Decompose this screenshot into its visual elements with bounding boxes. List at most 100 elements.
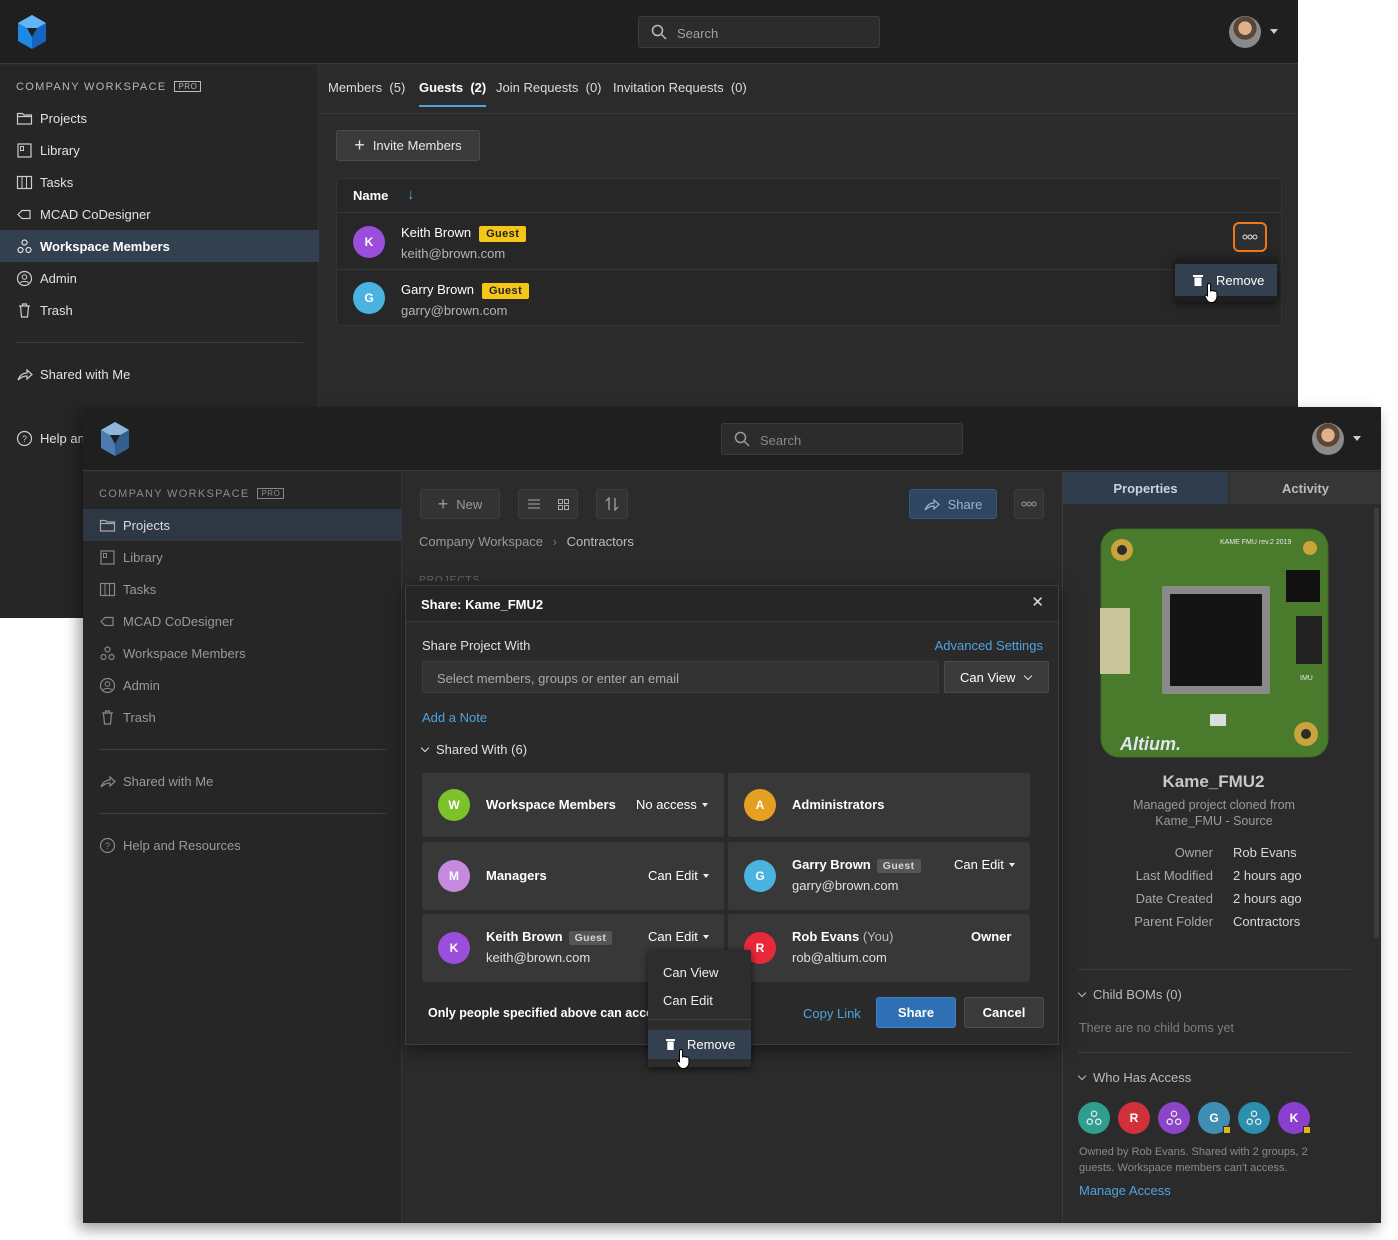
breadcrumb-item[interactable]: Contractors	[567, 534, 634, 549]
project-window: Search COMPANY WORKSPACE PRO Projects Lib…	[83, 407, 1381, 1223]
share-with-label: Share Project With	[422, 638, 531, 653]
avatar: G	[744, 860, 776, 892]
sidebar-item-workspace-members[interactable]: Workspace Members	[0, 230, 319, 262]
manage-access-link[interactable]: Manage Access	[1079, 1183, 1171, 1198]
more-options-button[interactable]	[1233, 222, 1267, 252]
share-toolbar-button[interactable]: Share	[909, 489, 997, 519]
tab-activity[interactable]: Activity	[1229, 472, 1381, 504]
group-avatar-icon[interactable]	[1078, 1102, 1110, 1134]
copy-link-button[interactable]: Copy Link	[803, 1006, 861, 1021]
group-avatar-icon[interactable]	[1238, 1102, 1270, 1134]
scrollbar[interactable]	[1374, 508, 1379, 938]
avatar: M	[438, 860, 470, 892]
altium-logo-icon[interactable]	[99, 421, 131, 457]
shared-with-header[interactable]: Shared With (6)	[420, 742, 527, 757]
folder-icon	[16, 112, 33, 125]
advanced-settings-link[interactable]: Advanced Settings	[935, 638, 1043, 653]
permission-dropdown[interactable]: Can Edit	[648, 868, 709, 883]
user-avatar[interactable]: G	[1198, 1102, 1231, 1134]
tab-members[interactable]: Members (5)	[328, 80, 405, 105]
sort-button[interactable]	[596, 489, 628, 519]
more-icon	[1021, 501, 1037, 507]
tab-guests[interactable]: Guests (2)	[419, 80, 487, 107]
search-box[interactable]: Search	[638, 16, 880, 48]
sidebar-item-trash[interactable]: Trash	[0, 294, 319, 326]
sidebar-item-projects[interactable]: Projects	[83, 509, 402, 541]
chevron-down-icon[interactable]	[1270, 29, 1278, 34]
user-avatar[interactable]: R	[1118, 1102, 1150, 1134]
new-button[interactable]: + New	[420, 489, 500, 519]
member-name: Keith Brown Guest	[401, 225, 527, 242]
who-has-access-header[interactable]: Who Has Access	[1077, 1070, 1191, 1085]
member-email: keith@brown.com	[401, 246, 506, 261]
menu-item-can-view[interactable]: Can View	[663, 965, 718, 980]
remove-menu-item[interactable]: Remove	[1175, 264, 1277, 296]
sidebar-item-admin[interactable]: Admin	[83, 669, 402, 701]
permission-select[interactable]: Can View	[944, 661, 1049, 693]
sidebar-item-library[interactable]: Library	[0, 134, 319, 166]
child-boms-empty: There are no child boms yet	[1079, 1021, 1234, 1035]
tab-join-requests[interactable]: Join Requests (0)	[496, 80, 602, 105]
user-avatar[interactable]	[1229, 16, 1261, 48]
sidebar-item-mcad[interactable]: MCAD CoDesigner	[0, 198, 319, 230]
table-row[interactable]: K Keith Brown Guest keith@brown.com	[337, 213, 1281, 269]
share-button[interactable]: Share	[876, 997, 956, 1028]
pcb-thumbnail[interactable]: KAME FMU rev.2 2019 Altium. IMU	[1100, 528, 1329, 758]
sidebar-item-mcad[interactable]: MCAD CoDesigner	[83, 605, 402, 637]
search-box[interactable]: Search	[721, 423, 963, 455]
tab-invitation-requests[interactable]: Invitation Requests (0)	[613, 80, 747, 105]
add-note-link[interactable]: Add a Note	[422, 710, 487, 725]
menu-item-can-edit[interactable]: Can Edit	[663, 993, 713, 1008]
trash-icon	[666, 1039, 675, 1050]
avatar: K	[353, 226, 385, 258]
breadcrumb: Company Workspace › Contractors	[419, 534, 634, 549]
sidebar-item-shared[interactable]: Shared with Me	[83, 765, 402, 797]
list-view-icon[interactable]	[527, 499, 540, 509]
permission-dropdown[interactable]: Can Edit	[954, 857, 1015, 872]
chevron-down-icon	[1077, 988, 1087, 998]
sidebar-item-admin[interactable]: Admin	[0, 262, 319, 294]
dialog-header: Share: Kame_FMU2 ✕	[406, 586, 1058, 622]
search-icon	[734, 431, 750, 447]
altium-logo-icon[interactable]	[16, 14, 48, 50]
user-avatar[interactable]	[1312, 423, 1344, 455]
top-bar: Search	[0, 0, 1298, 64]
entry-name: Workspace Members	[486, 797, 616, 812]
permission-dropdown[interactable]: Can Edit	[648, 929, 709, 944]
permission-dropdown[interactable]: No access	[636, 797, 708, 812]
mcad-icon	[17, 209, 31, 219]
sidebar-item-tasks[interactable]: Tasks	[0, 166, 319, 198]
help-icon: ?	[99, 837, 116, 853]
sidebar-item-library[interactable]: Library	[83, 541, 402, 573]
guest-indicator	[1223, 1126, 1231, 1134]
close-icon[interactable]: ✕	[1031, 593, 1044, 611]
member-name: Garry Brown Guest	[401, 282, 530, 299]
table-row[interactable]: G Garry Brown Guest garry@brown.com	[337, 270, 1281, 326]
grid-view-icon[interactable]	[557, 498, 569, 510]
breadcrumb-item[interactable]: Company Workspace	[419, 534, 543, 549]
chevron-down-icon[interactable]	[1353, 436, 1361, 441]
group-avatar-icon[interactable]	[1158, 1102, 1190, 1134]
sidebar-item-projects[interactable]: Projects	[0, 102, 319, 134]
sidebar-item-shared[interactable]: Shared with Me	[0, 358, 319, 390]
child-boms-header[interactable]: Child BOMs (0)	[1077, 987, 1182, 1002]
cancel-button[interactable]: Cancel	[964, 997, 1044, 1028]
more-options-button[interactable]	[1014, 489, 1044, 519]
dialog-title: Share: Kame_FMU2	[421, 597, 544, 612]
column-header-name[interactable]: Name	[353, 188, 388, 203]
menu-item-remove[interactable]: Remove	[648, 1030, 751, 1059]
sidebar-item-workspace-members[interactable]: Workspace Members	[83, 637, 402, 669]
sort-arrow-icon[interactable]: ↓	[407, 186, 415, 203]
share-input-placeholder: Select members, groups or enter an email	[437, 671, 680, 686]
sidebar-divider	[16, 342, 303, 343]
invite-members-button[interactable]: + Invite Members	[336, 130, 480, 161]
sidebar-item-trash[interactable]: Trash	[83, 701, 402, 733]
library-icon	[100, 549, 115, 565]
view-toggle[interactable]	[518, 489, 578, 519]
user-avatar[interactable]: K	[1278, 1102, 1311, 1134]
share-input[interactable]: Select members, groups or enter an email	[422, 661, 939, 693]
sidebar-item-tasks[interactable]: Tasks	[83, 573, 402, 605]
tab-properties[interactable]: Properties	[1063, 472, 1228, 504]
sidebar-item-help[interactable]: ?Help and Resources	[83, 829, 402, 861]
parent-folder-link[interactable]: Contractors	[1233, 914, 1300, 929]
